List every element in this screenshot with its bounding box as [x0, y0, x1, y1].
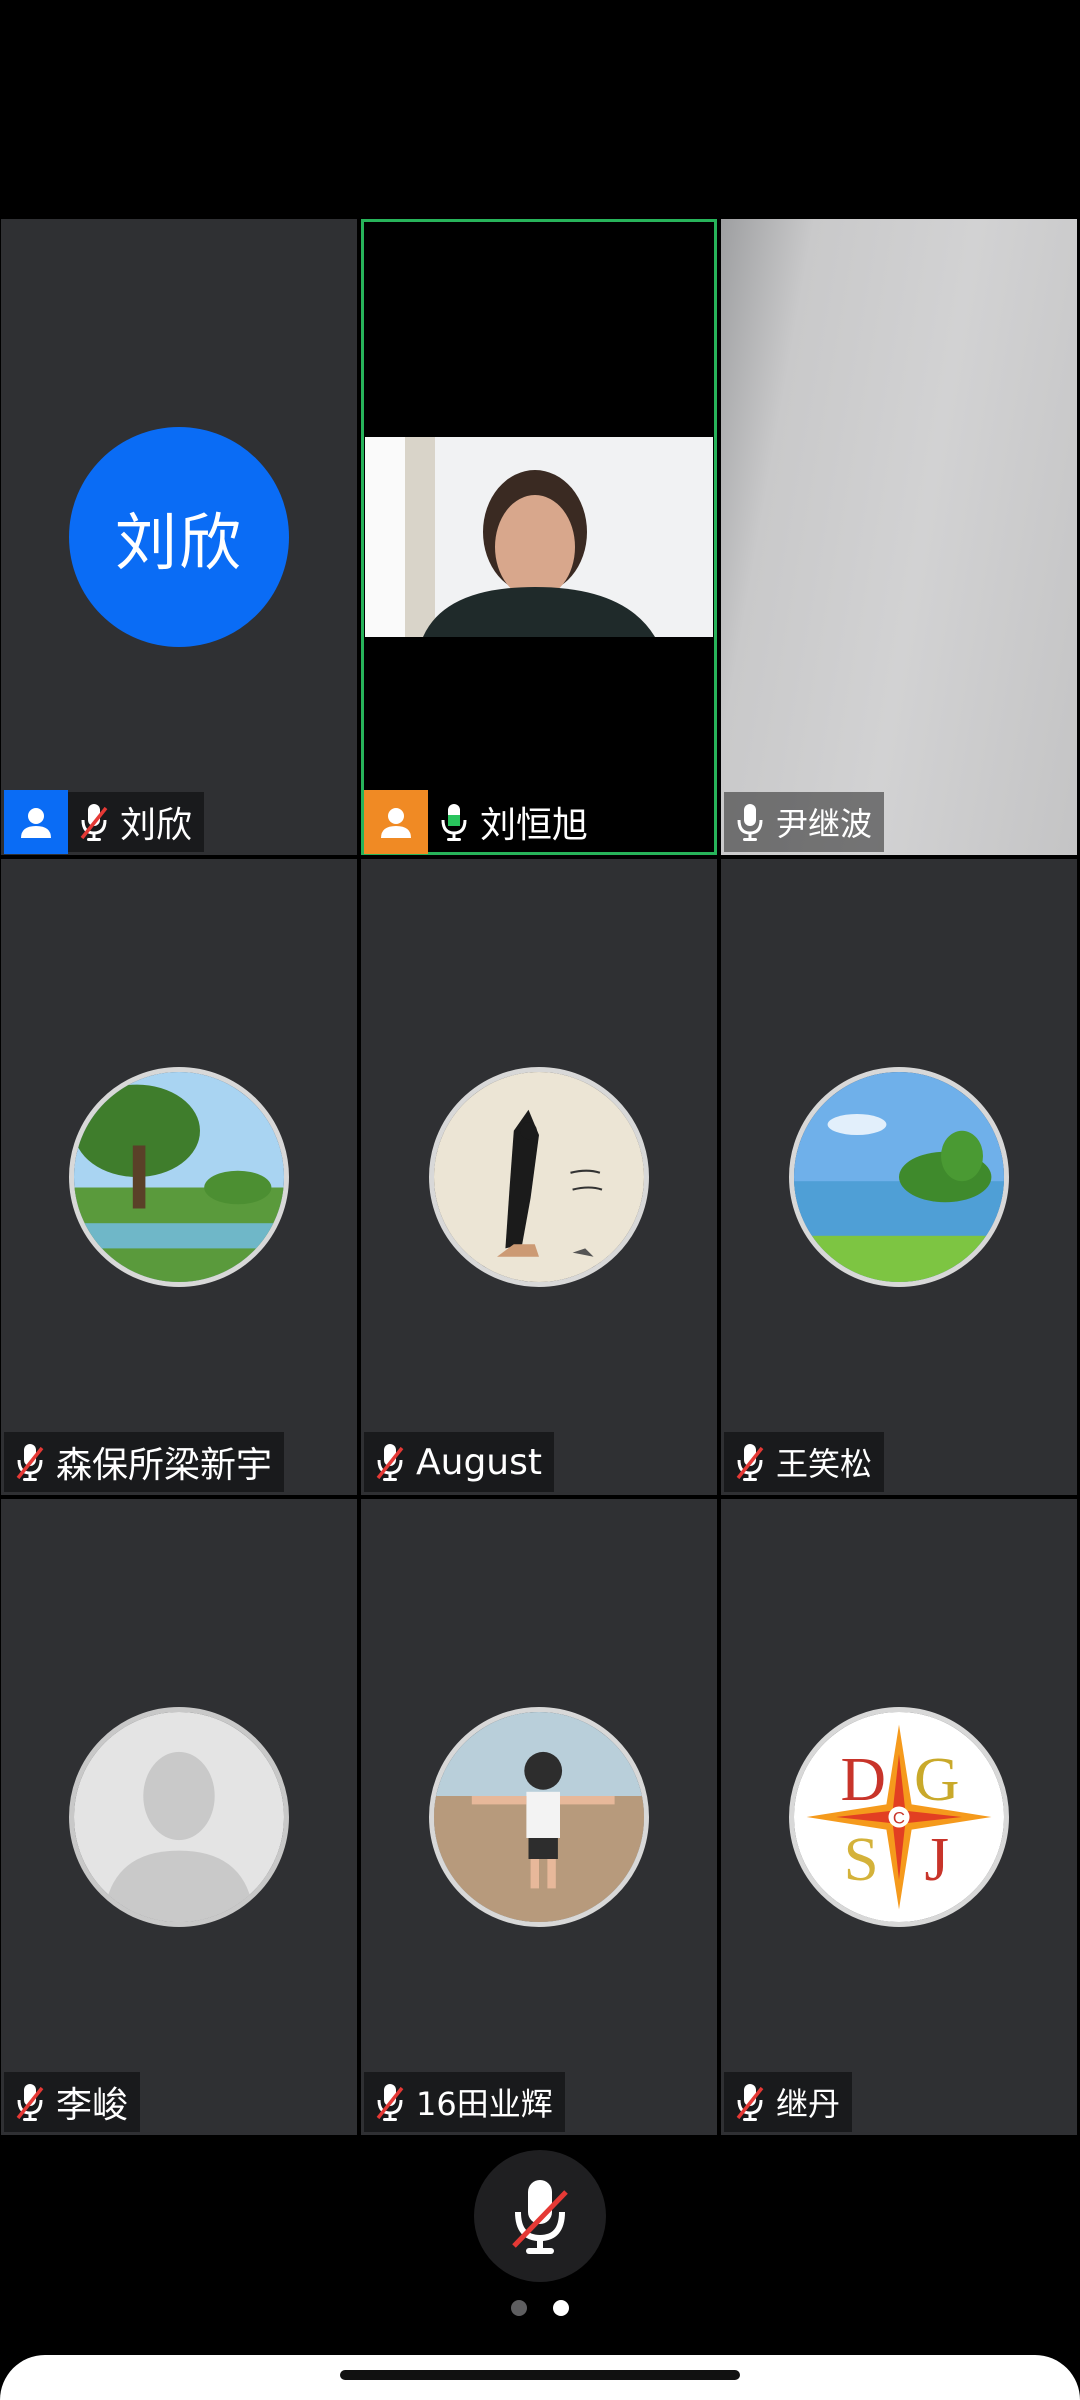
unmute-button[interactable]	[474, 2150, 606, 2282]
mic-muted-icon	[724, 1432, 776, 1492]
participant-label: August	[364, 1432, 554, 1492]
mic-muted-icon	[68, 792, 120, 852]
mic-muted-icon	[364, 1432, 416, 1492]
participant-name: 刘恒旭	[480, 805, 589, 846]
participant-tile-active-speaker[interactable]: 刘恒旭	[361, 219, 717, 855]
participant-label: 16田业辉	[364, 2072, 565, 2132]
page-dot-active[interactable]	[553, 2300, 569, 2316]
avatar-initials: 刘欣	[69, 427, 289, 647]
page-dot[interactable]	[511, 2300, 527, 2316]
bottom-control-bar	[0, 2140, 1080, 2400]
participant-label: 尹继波	[724, 792, 885, 852]
svg-text:D: D	[841, 1744, 887, 1814]
mic-speaking-icon	[428, 792, 480, 852]
svg-text:S: S	[844, 1824, 879, 1894]
mic-icon	[724, 792, 776, 852]
participant-name: 森保所梁新宇	[56, 1445, 273, 1486]
participant-tile[interactable]: 16田业辉	[361, 1499, 717, 2135]
default-person-avatar-icon	[69, 1707, 289, 1927]
participant-name: 刘欣	[120, 805, 193, 846]
dgsj-logo-avatar-icon: D G S J C	[789, 1707, 1009, 1927]
mic-muted-icon	[364, 2072, 416, 2132]
woman-figure-avatar-icon	[429, 1067, 649, 1287]
participant-tile[interactable]: 王笑松	[721, 859, 1077, 1495]
muted-microphone-icon	[512, 2180, 568, 2254]
landscape-tree-avatar-icon	[69, 1067, 289, 1287]
participant-name: August	[416, 1441, 542, 1483]
participant-label: 刘恒旭	[364, 790, 601, 854]
participant-name: 王笑松	[776, 1445, 873, 1483]
navigation-bar	[0, 2355, 1080, 2400]
cohost-badge-icon	[364, 790, 428, 854]
mic-muted-icon	[724, 2072, 776, 2132]
svg-text:J: J	[925, 1824, 950, 1894]
participant-tile[interactable]: D G S J C 继丹	[721, 1499, 1077, 2135]
participant-tile[interactable]: 尹继波	[721, 219, 1077, 855]
page-indicator	[0, 2300, 1080, 2316]
host-badge-icon	[4, 790, 68, 854]
participant-label: 继丹	[724, 2072, 853, 2132]
lake-island-avatar-icon	[789, 1067, 1009, 1287]
participant-tile[interactable]: 森保所梁新宇	[1, 859, 357, 1495]
participant-label: 森保所梁新宇	[4, 1432, 285, 1492]
mic-muted-icon	[4, 2072, 56, 2132]
participant-label: 李峻	[4, 2072, 141, 2132]
participant-tile[interactable]: 李峻	[1, 1499, 357, 2135]
participant-tile[interactable]: 刘欣 刘欣	[1, 219, 357, 855]
home-indicator[interactable]	[340, 2370, 740, 2380]
child-beach-avatar-icon	[429, 1707, 649, 1927]
participant-tile[interactable]: August	[361, 859, 717, 1495]
participant-name: 继丹	[776, 2085, 841, 2123]
participant-name: 尹继波	[776, 805, 873, 843]
mic-muted-icon	[4, 1432, 56, 1492]
svg-text:G: G	[914, 1744, 960, 1814]
participant-name: 李峻	[56, 2085, 129, 2126]
participant-name: 16田业辉	[416, 2085, 553, 2123]
participant-label: 刘欣	[4, 790, 205, 854]
svg-text:C: C	[893, 1808, 905, 1827]
participant-label: 王笑松	[724, 1432, 885, 1492]
video-feed	[365, 437, 713, 637]
